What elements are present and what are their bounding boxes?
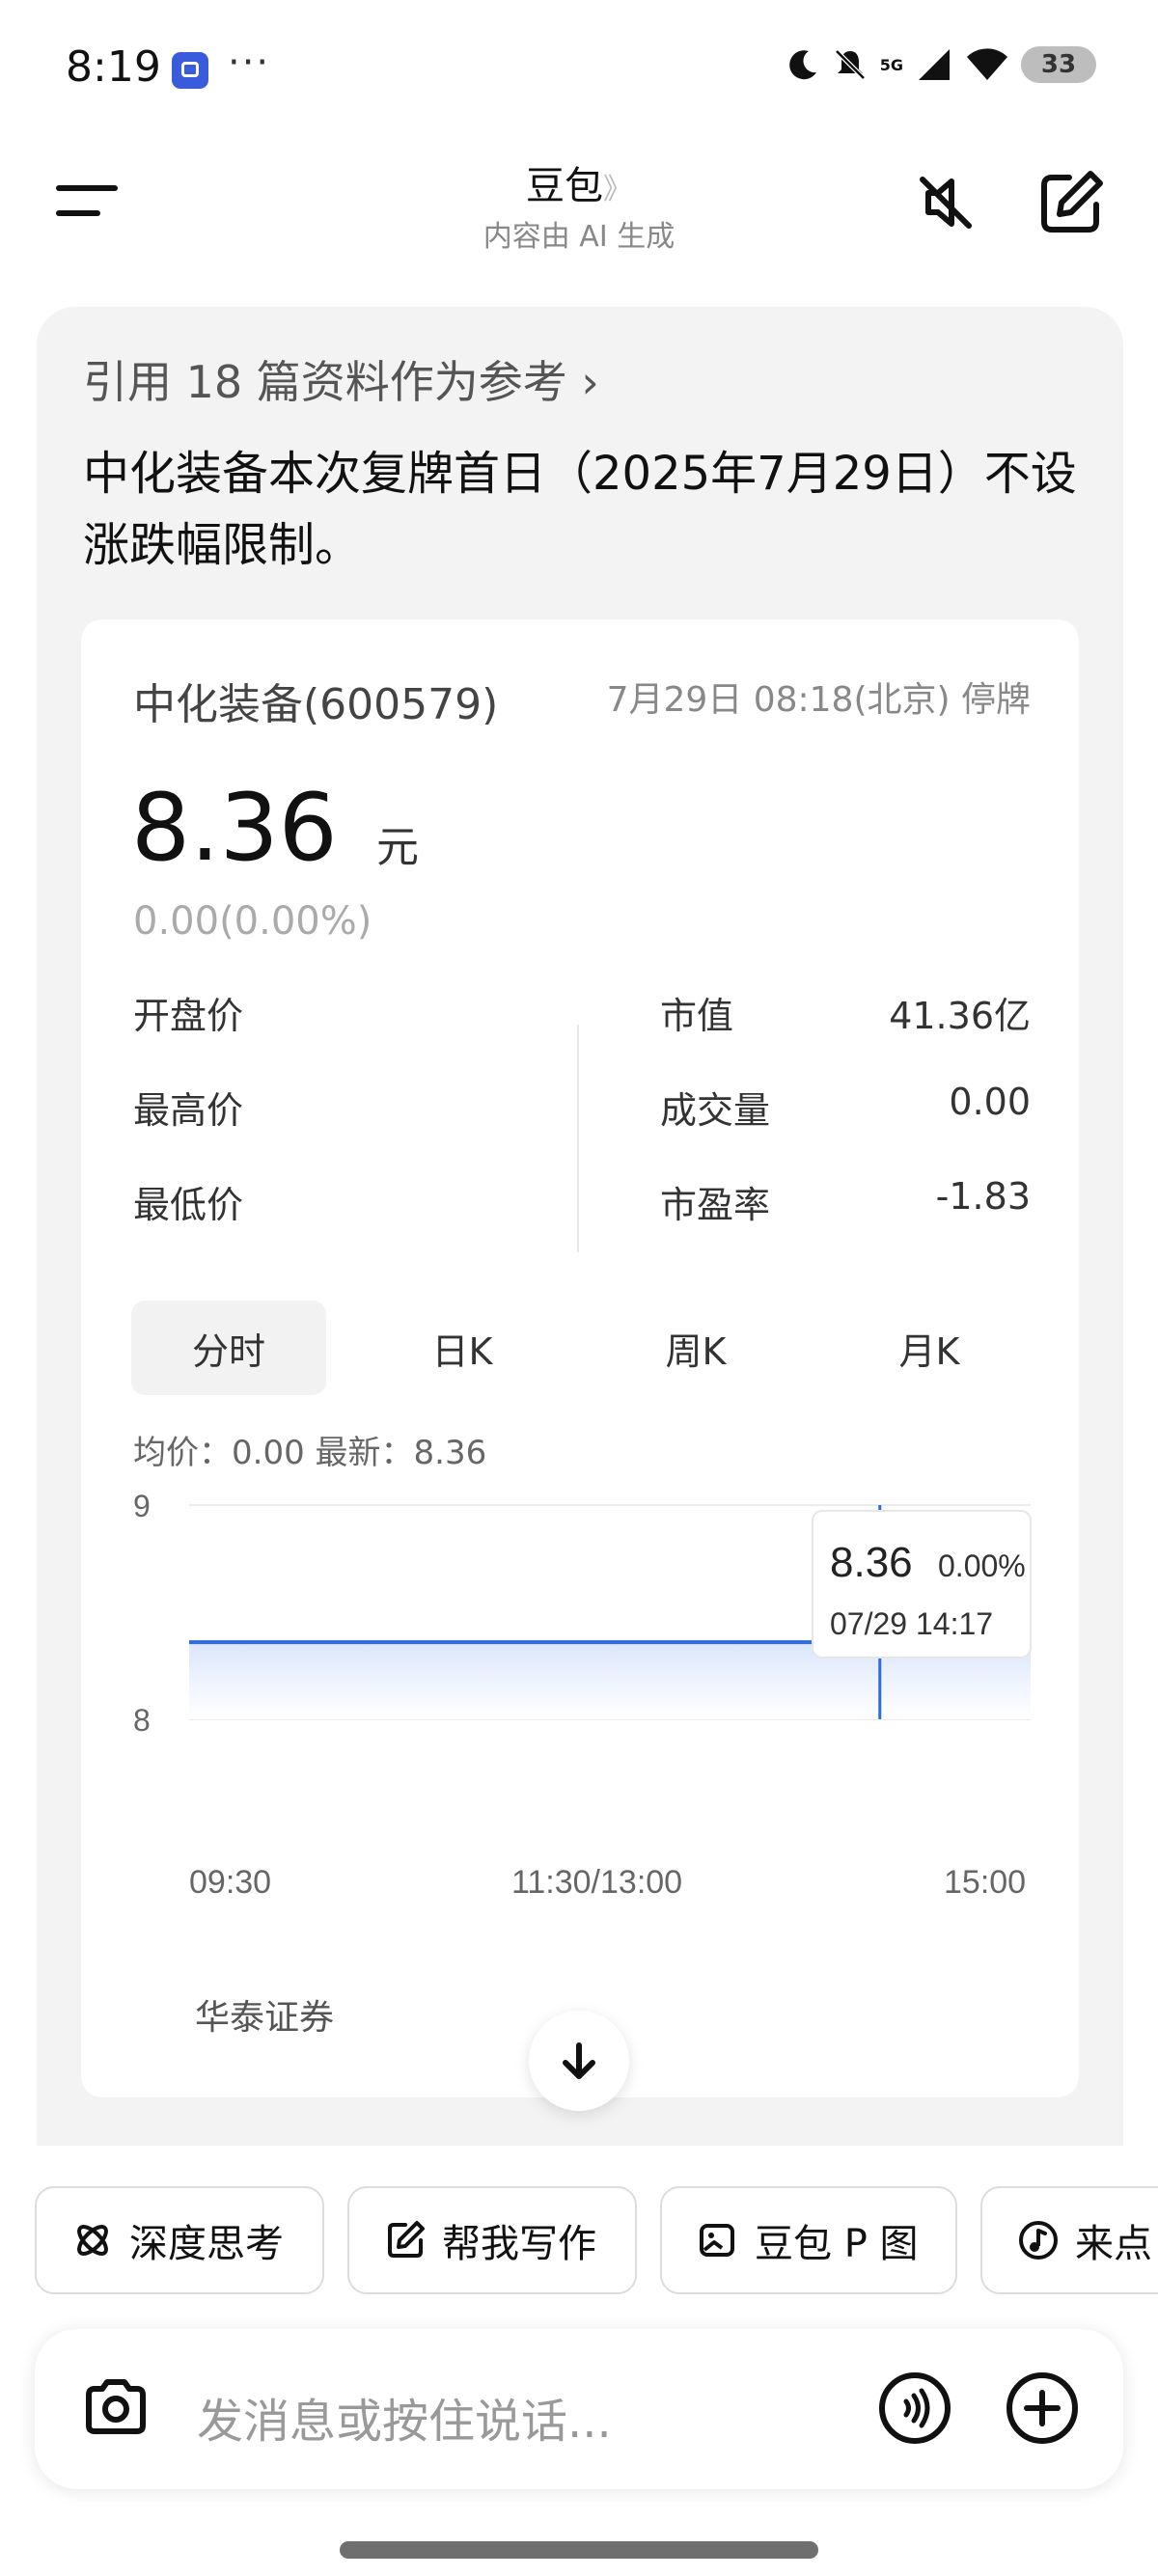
metric-value-volume: 0.00 [949,1081,1031,1123]
status-bar: 8:19 ··· 5G 33 [0,0,1158,135]
mute-bell-icon [834,49,866,80]
metric-label-pe: 市盈率 [660,1184,771,1226]
chip-deep-thinking[interactable]: 深度思考 [35,2186,324,2294]
tooltip-time: 07/29 14:17 [830,1606,993,1641]
stock-price: 8.36 [131,774,338,882]
chat-header: 豆包》 内容由 AI 生成 [0,145,1158,270]
more-notifications-icon: ··· [228,41,271,85]
image-edit-icon [700,2224,734,2257]
chip-image-edit[interactable]: 豆包 P 图 [660,2186,957,2294]
chip-label: 深度思考 [129,2222,284,2266]
app-notification-icon [172,52,208,89]
price-change: 0.00(0.00%) [133,899,372,944]
message-input[interactable]: 发消息或按住说话... [197,2383,612,2451]
metric-label-low: 最低价 [133,1184,244,1226]
metric-label-market-cap: 市值 [660,995,734,1037]
x-tick-label: 15:00 [944,1864,1026,1901]
chart-tabs: 分时 日K 周K 月K [131,1301,1029,1395]
bot-title[interactable]: 豆包》 [0,154,1158,210]
x-tick-label: 09:30 [189,1864,271,1901]
pen-square-icon [388,2221,425,2258]
stock-name: 中化装备(600579) [133,680,499,729]
chip-label: 豆包 P 图 [755,2222,919,2266]
references-link[interactable]: 引用 18 篇资料作为参考 › [83,347,599,411]
tooltip-price: 8.36 [830,1539,913,1586]
new-chat-icon[interactable] [1034,166,1108,239]
arrow-down-icon [563,2042,595,2079]
chip-label: 帮我写作 [442,2222,596,2266]
metric-label-open: 开盘价 [133,995,244,1037]
y-tick-label: 8 [133,1703,151,1738]
atom-icon [77,2225,108,2256]
chevron-right-icon: 》 [603,173,632,206]
stock-card[interactable]: 中化装备(600579) 7月29日 08:18(北京) 停牌 8.36 元 0… [81,619,1079,2097]
chart-tooltip: 8.36 0.00% 07/29 14:17 [812,1510,1032,1658]
camera-icon[interactable] [77,2370,154,2447]
answer-bubble: 引用 18 篇资料作为参考 › 中化装备本次复牌首日（2025年7月29日）不设… [37,307,1123,2146]
music-icon [1019,2221,1058,2260]
signal-icon [919,49,950,80]
battery-icon: 33 [1021,46,1096,83]
moon-icon [788,50,816,80]
tooltip-percent: 0.00% [938,1548,1026,1583]
metric-label-high: 最高价 [133,1089,244,1132]
metric-value-market-cap: 41.36亿 [889,995,1031,1037]
plus-icon[interactable] [1004,2370,1081,2447]
tab-monthly-k[interactable]: 月K [832,1301,1027,1395]
wifi-icon [967,48,1007,80]
status-time: 8:19 [66,42,161,92]
message-input-bar: 发消息或按住说话... [35,2329,1123,2489]
broker-name[interactable]: 华泰证券 [195,1989,334,2040]
voice-call-icon[interactable] [876,2370,953,2447]
tab-daily-k[interactable]: 日K [365,1301,560,1395]
chart-svg: 9 8 8.36 0.00% 07/29 14:17 09:30 11:30/1… [133,1489,1032,1901]
metrics-divider [577,1025,579,1252]
tab-intraday[interactable]: 分时 [131,1301,326,1395]
avg-latest-line: 均价：0.00 最新：8.36 [133,1434,487,1472]
ai-disclaimer: 内容由 AI 生成 [482,220,676,254]
bot-name: 豆包 [526,164,603,208]
price-unit: 元 [376,823,419,872]
network-type: 5G [879,55,903,74]
y-tick-label: 9 [133,1489,151,1523]
x-tick-label: 11:30/13:00 [511,1864,682,1901]
intraday-chart[interactable]: 9 8 8.36 0.00% 07/29 14:17 09:30 11:30/1… [81,1478,1079,1903]
answer-text: 中化装备本次复牌首日（2025年7月29日）不设涨跌幅限制。 [83,447,1077,572]
scroll-down-button[interactable] [529,2011,629,2111]
metric-value-pe: -1.83 [935,1175,1031,1218]
tab-weekly-k[interactable]: 周K [598,1301,793,1395]
quick-actions: 深度思考 帮我写作 豆包 P 图 来点 [35,2186,1158,2294]
home-indicator[interactable] [340,2541,818,2559]
chip-music[interactable]: 来点 [980,2186,1158,2294]
status-icons: 5G 33 [786,46,1096,83]
stock-status-time: 7月29日 08:18(北京) 停牌 [606,680,1031,720]
metric-label-volume: 成交量 [660,1089,771,1132]
mute-speaker-icon[interactable] [909,166,982,239]
chip-help-write[interactable]: 帮我写作 [347,2186,637,2294]
chip-label: 来点 [1075,2222,1152,2266]
